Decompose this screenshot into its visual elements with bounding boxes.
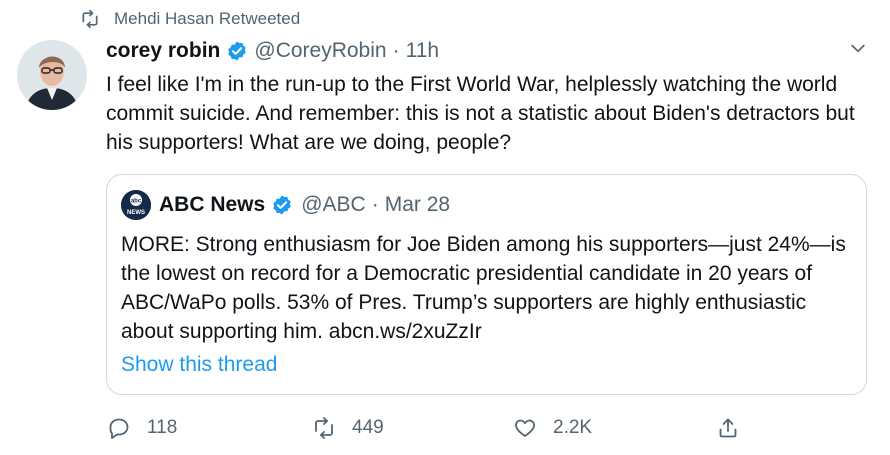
avatar[interactable]: [17, 40, 87, 110]
quoted-tweet-text: MORE: Strong enthusiasm for Joe Biden am…: [121, 233, 846, 343]
heart-icon: [515, 419, 535, 437]
author-name[interactable]: corey robin: [106, 39, 220, 63]
tweet-header: corey robin @CoreyRobin · 11h: [106, 36, 439, 66]
retweeted-by-label: Mehdi Hasan Retweeted: [114, 9, 301, 28]
reply-button[interactable]: 118: [107, 410, 177, 446]
quoted-tweet-card[interactable]: abc NEWS ABC News @ABC · Mar 28 MORE: St…: [106, 174, 867, 395]
retweet-button[interactable]: 449: [312, 410, 384, 446]
tweet-timestamp[interactable]: 11h: [406, 39, 439, 63]
retweet-icon: [80, 9, 100, 29]
quoted-header-separator: ·: [371, 193, 379, 216]
verified-badge-icon: [271, 194, 293, 216]
quoted-tweet-header: abc NEWS ABC News @ABC · Mar 28: [121, 189, 450, 221]
retweet-icon: [315, 417, 333, 439]
more-options-button[interactable]: [846, 36, 870, 60]
verified-badge-icon: [226, 40, 248, 62]
reply-icon: [109, 418, 129, 439]
svg-text:abc: abc: [131, 199, 142, 205]
author-handle[interactable]: @CoreyRobin: [254, 39, 386, 63]
quoted-tweet-timestamp[interactable]: Mar 28: [385, 193, 450, 217]
quoted-author-handle[interactable]: @ABC: [301, 193, 366, 217]
abc-news-logo: abc NEWS: [121, 190, 151, 220]
retweeted-by-row[interactable]: Mehdi Hasan Retweeted: [80, 6, 300, 32]
quoted-author-name[interactable]: ABC News: [159, 193, 265, 217]
retweet-count: 449: [352, 417, 384, 438]
tweet-text: I feel like I'm in the run-up to the Fir…: [106, 73, 855, 154]
reply-count: 118: [147, 417, 178, 438]
share-button[interactable]: [716, 410, 740, 446]
show-thread-link[interactable]: Show this thread: [121, 353, 277, 377]
like-count: 2.2K: [553, 417, 593, 438]
chevron-down-icon: [851, 44, 865, 53]
share-icon: [719, 418, 737, 438]
header-separator: ·: [392, 39, 400, 62]
tweet-actions-bar: 118 449 2.2K: [0, 410, 890, 446]
like-button[interactable]: 2.2K: [513, 410, 592, 446]
svg-text:NEWS: NEWS: [127, 210, 145, 216]
